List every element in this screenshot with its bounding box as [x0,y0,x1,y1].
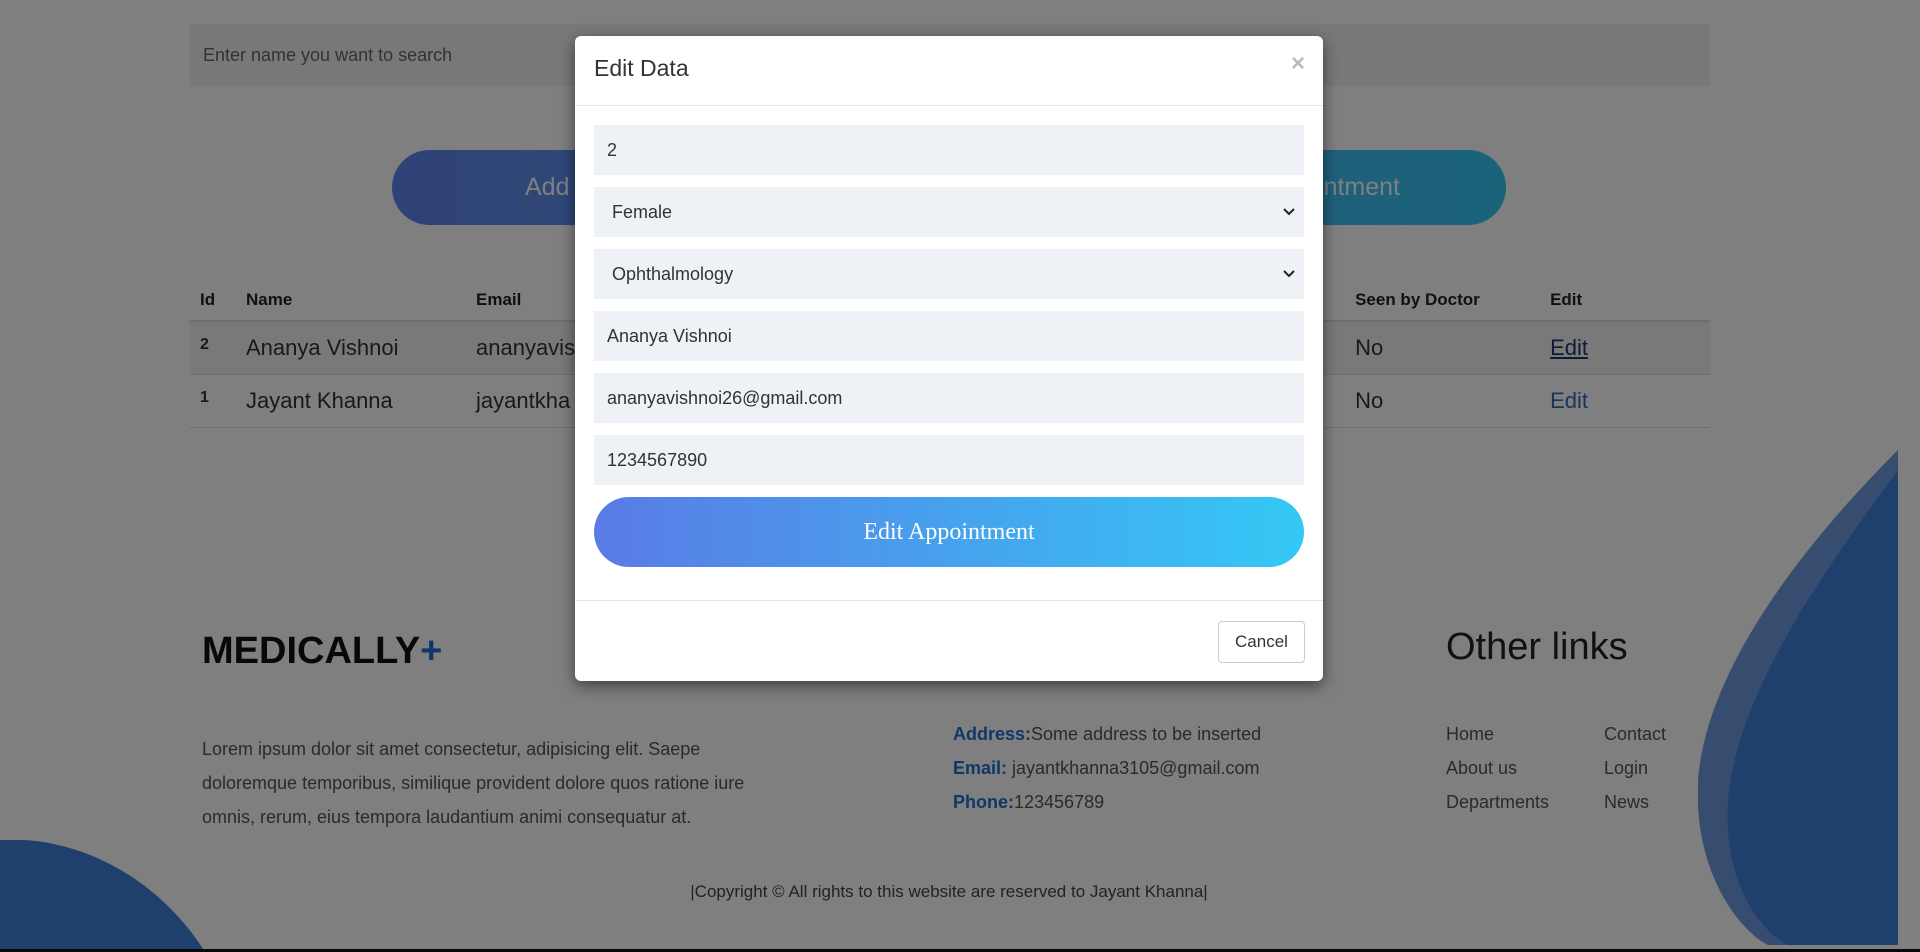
close-icon[interactable]: × [1291,50,1305,78]
department-value: Ophthalmology [612,263,734,284]
modal-body: 2 Female Ophthalmology Ananya Vishnoi an… [594,125,1304,567]
id-field[interactable]: 2 [594,125,1304,175]
name-field[interactable]: Ananya Vishnoi [594,311,1304,361]
gender-value: Female [612,201,673,222]
edit-appointment-button[interactable]: Edit Appointment [594,497,1304,567]
cancel-button[interactable]: Cancel [1218,621,1305,663]
edit-data-modal: Edit Data × 2 Female Ophthalmology Anany… [575,36,1323,681]
modal-title: Edit Data [594,55,689,81]
modal-header: Edit Data × [575,36,1323,106]
chevron-down-icon [1283,270,1295,278]
chevron-down-icon [1283,208,1295,216]
modal-footer: Cancel [575,600,1323,681]
department-select[interactable]: Ophthalmology [594,249,1304,299]
phone-field[interactable]: 1234567890 [594,435,1304,485]
email-field[interactable]: ananyavishnoi26@gmail.com [594,373,1304,423]
gender-select[interactable]: Female [594,187,1304,237]
